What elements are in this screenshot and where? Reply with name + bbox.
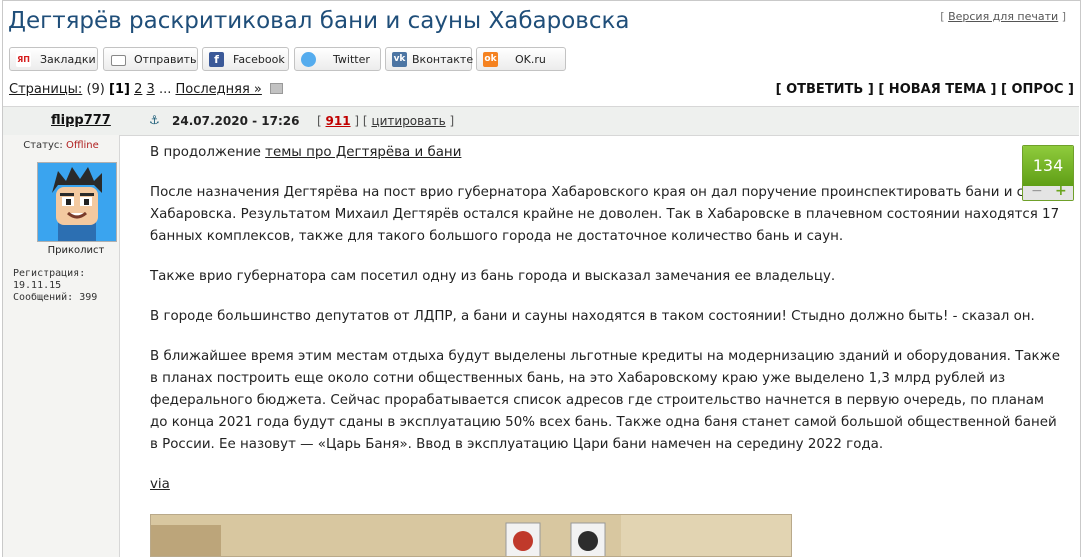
cite-bracket-close: ] (449, 114, 455, 128)
intro-text: В продолжение (150, 145, 266, 160)
avatar[interactable] (37, 162, 117, 242)
vk-icon: vk (392, 52, 407, 67)
vkontakte-label: Вконтакте (412, 53, 474, 66)
mail-icon (111, 55, 126, 66)
new-topic-button[interactable]: [ НОВАЯ ТЕМА ] (878, 82, 996, 97)
envelope-icon[interactable] (270, 83, 284, 94)
author-sidebar: Статус: Offline Приколист Регистрация: 1… (3, 135, 120, 557)
rating-buttons: − + (1023, 183, 1073, 200)
print-version: [ Версия для печати ] (940, 10, 1066, 23)
page-link-3[interactable]: 3 (147, 82, 155, 97)
bookmarks-label: Закладки (40, 53, 96, 66)
page-link-2[interactable]: 2 (134, 82, 142, 97)
twitter-label: Twitter (333, 53, 370, 66)
via-link[interactable]: via (150, 477, 170, 492)
post-paragraph-3: В городе большинство депутатов от ЛДПР, … (150, 309, 1035, 324)
post-rating: 134 − + (1022, 145, 1074, 201)
poll-button[interactable]: [ ОПРОС ] (1001, 82, 1074, 97)
reply-button[interactable]: [ ОТВЕТИТЬ ] (776, 82, 874, 97)
post-intro: В продолжение темы про Дегтярёва и бани (150, 142, 1060, 164)
post-header: flipp777 ⚓ 24.07.2020 - 17:26 [ 911 ] [ … (3, 106, 1079, 136)
page-title: Дегтярёв раскритиковал бани и сауны Хаба… (8, 8, 630, 34)
current-page: [1] (109, 82, 130, 97)
rating-plus-button[interactable]: + (1055, 183, 1067, 199)
avatar-image (38, 163, 116, 241)
post-number-bracket-close: ] (354, 114, 360, 128)
send-button[interactable]: Отправить (103, 47, 198, 71)
post-paragraph-4: В ближайшее время этим местам отдыха буд… (150, 349, 1060, 452)
anchor-icon[interactable]: ⚓ (149, 113, 160, 127)
facebook-label: Facebook (233, 53, 285, 66)
post-date: 24.07.2020 - 17:26 (172, 114, 300, 128)
registration-date: Регистрация: 19.11.15 (13, 268, 86, 291)
ok-icon: ok (483, 52, 498, 67)
print-bracket-open: [ (940, 10, 945, 23)
post-paragraph-2: Также врио губернатора сам посетил одну … (150, 269, 836, 284)
pages-count: (9) (86, 82, 105, 97)
post-meta: [ 911 ] [ цитировать ] (317, 114, 454, 128)
pagination: Страницы: (9) [1] 2 3 ... Последняя » (9, 82, 284, 97)
title-row: Дегтярёв раскритиковал бани и сауны Хаба… (8, 6, 1074, 42)
facebook-button[interactable]: f Facebook (202, 47, 289, 71)
status-value: Offline (65, 140, 99, 151)
post-via: via (150, 474, 1060, 496)
quote-link[interactable]: цитировать (371, 114, 445, 128)
post-image-content (151, 515, 791, 556)
okru-button[interactable]: ok OK.ru (476, 47, 566, 71)
last-page-link[interactable]: Последняя » (175, 82, 261, 97)
vkontakte-button[interactable]: vk Вконтакте (385, 47, 474, 71)
post-body: В продолжение темы про Дегтярёва и бани … (150, 142, 1070, 514)
rating-minus-button[interactable]: − (1031, 183, 1043, 199)
author-status: Статус: Offline (3, 140, 119, 151)
twitter-icon (301, 52, 316, 67)
yandex-bookmarks-icon: ЯП (16, 52, 31, 67)
message-count: Сообщений: 399 (13, 292, 98, 303)
author-rank: Приколист (47, 245, 105, 256)
related-topic-link[interactable]: темы про Дегтярёва и бани (265, 145, 461, 160)
send-label: Отправить (134, 53, 197, 66)
cite-bracket-open: [ (362, 114, 368, 128)
rating-value: 134 (1023, 146, 1073, 186)
post-number[interactable]: 911 (326, 114, 351, 128)
print-bracket-close: ] (1061, 10, 1066, 23)
post-number-bracket-open: [ (317, 114, 322, 128)
post-author[interactable]: flipp777 (51, 113, 111, 128)
okru-label: OK.ru (515, 53, 546, 66)
bookmarks-button[interactable]: ЯП Закладки (9, 47, 98, 71)
facebook-icon: f (209, 52, 224, 67)
twitter-button[interactable]: Twitter (294, 47, 381, 71)
print-version-link[interactable]: Версия для печати (948, 10, 1058, 23)
post-image[interactable] (150, 514, 792, 557)
pages-ellipsis: ... (158, 82, 172, 97)
post-paragraph-1: После назначения Дегтярёва на пост врио … (150, 185, 1060, 244)
pages-label[interactable]: Страницы: (9, 82, 82, 97)
author-stats: Регистрация: 19.11.15 Сообщений: 399 (13, 268, 119, 304)
status-label: Статус: (23, 140, 63, 151)
topic-actions: [ ОТВЕТИТЬ ] [ НОВАЯ ТЕМА ] [ ОПРОС ] (776, 82, 1074, 97)
